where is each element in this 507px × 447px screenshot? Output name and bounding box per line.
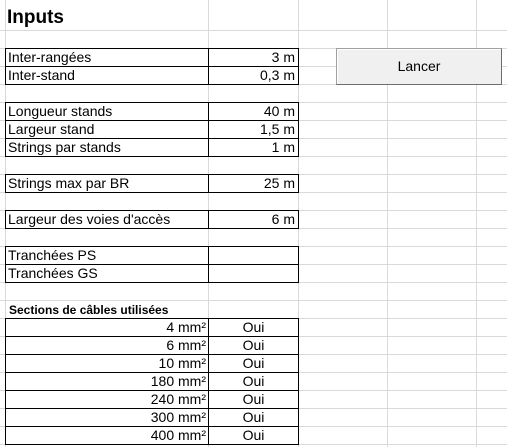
cable-section-cell[interactable]: 400 mm² — [5, 427, 209, 445]
input-value-tranchees-gs[interactable] — [208, 265, 299, 283]
input-label-inter-stand[interactable]: Inter-stand — [5, 67, 209, 85]
input-label-tranchees-gs[interactable]: Tranchées GS — [5, 265, 209, 283]
cable-used-cell[interactable]: Oui — [208, 337, 299, 355]
cable-used-cell[interactable]: Oui — [208, 318, 299, 337]
cable-section-cell[interactable]: 180 mm² — [5, 373, 209, 391]
input-value-longueur-stands[interactable]: 40 m — [208, 102, 299, 121]
sheet-title: Inputs — [7, 7, 64, 28]
cable-used-cell[interactable]: Oui — [208, 409, 299, 427]
input-label-longueur-stands[interactable]: Longueur stands — [5, 102, 209, 121]
input-label-tranchees-ps[interactable]: Tranchées PS — [5, 246, 209, 265]
cable-section-cell[interactable]: 240 mm² — [5, 391, 209, 409]
input-value-strings-par-stands[interactable]: 1 m — [208, 139, 299, 157]
cable-used-cell[interactable]: Oui — [208, 427, 299, 445]
input-label-strings-max-par-br[interactable]: Strings max par BR — [5, 174, 209, 193]
cable-section-cell[interactable]: 300 mm² — [5, 409, 209, 427]
input-label-inter-rangees[interactable]: Inter-rangées — [5, 48, 209, 67]
input-label-largeur-voies-acces[interactable]: Largeur des voies d'accès — [5, 210, 209, 229]
input-value-inter-stand[interactable]: 0,3 m — [208, 67, 299, 85]
cables-section-title: Sections de câbles utilisées — [9, 303, 169, 317]
input-value-inter-rangees[interactable]: 3 m — [208, 48, 299, 67]
cable-used-cell[interactable]: Oui — [208, 373, 299, 391]
lancer-button[interactable]: Lancer — [336, 48, 502, 85]
cable-used-cell[interactable]: Oui — [208, 355, 299, 373]
input-value-largeur-voies-acces[interactable]: 6 m — [208, 210, 299, 229]
input-label-strings-par-stands[interactable]: Strings par stands — [5, 139, 209, 157]
cable-used-cell[interactable]: Oui — [208, 391, 299, 409]
input-value-strings-max-par-br[interactable]: 25 m — [208, 174, 299, 193]
cable-section-cell[interactable]: 4 mm² — [5, 318, 209, 337]
input-value-tranchees-ps[interactable] — [208, 246, 299, 265]
input-value-largeur-stand[interactable]: 1,5 m — [208, 121, 299, 139]
cable-section-cell[interactable]: 6 mm² — [5, 337, 209, 355]
input-label-largeur-stand[interactable]: Largeur stand — [5, 121, 209, 139]
cable-section-cell[interactable]: 10 mm² — [5, 355, 209, 373]
